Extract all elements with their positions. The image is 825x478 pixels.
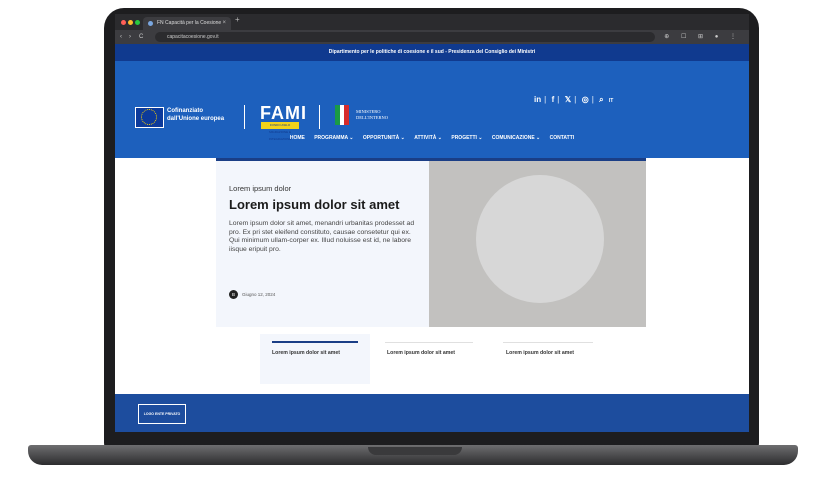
- menu-item-attivita[interactable]: ATTIVITÀ ⌄: [414, 135, 442, 141]
- language-selector[interactable]: IT: [609, 98, 613, 104]
- divider: [244, 105, 245, 129]
- browser-extension-icons[interactable]: ⊕ ☐ ⊞ ● ⋮: [664, 30, 741, 44]
- ministero-logo[interactable]: MINISTERO DELL'INTERNO: [356, 109, 388, 121]
- fami-logo[interactable]: FAMI: [260, 103, 307, 124]
- browser-tab-title: FN Capacità per la Coesione: [157, 20, 222, 26]
- tab-divider: [503, 342, 593, 343]
- address-bar[interactable]: capacitacoesione.gov.it: [155, 32, 655, 42]
- menu-item-contatti[interactable]: CONTATTI: [550, 135, 575, 141]
- main-menu: HOME PROGRAMMA ⌄ OPPORTUNITÀ ⌄ ATTIVITÀ …: [115, 135, 749, 141]
- maximize-window-button[interactable]: [135, 20, 140, 25]
- hero-kicker: Lorem ipsum dolor: [229, 184, 292, 193]
- laptop-notch: [368, 447, 462, 455]
- browser-tab[interactable]: FN Capacità per la Coesione ×: [143, 17, 231, 30]
- top-strip[interactable]: Dipartimento per le politiche di coesion…: [115, 44, 749, 61]
- avatar: B: [229, 290, 238, 299]
- hero-title[interactable]: Lorem ipsum dolor sit amet: [229, 197, 399, 212]
- menu-item-programma[interactable]: PROGRAMMA ⌄: [314, 135, 353, 141]
- laptop-screen: FN Capacità per la Coesione × + ‹ › C ca…: [115, 14, 749, 432]
- search-icon[interactable]: ⌕: [599, 95, 603, 104]
- instagram-icon[interactable]: ◎: [582, 95, 589, 104]
- tab-item-1[interactable]: Lorem ipsum dolor sit amet: [272, 350, 340, 356]
- divider: [319, 105, 320, 129]
- menu-item-progetti[interactable]: PROGETTI ⌄: [451, 135, 482, 141]
- url-text: capacitacoesione.gov.it: [167, 34, 219, 40]
- reload-button[interactable]: C: [139, 30, 143, 44]
- x-icon[interactable]: 𝕏: [565, 95, 571, 104]
- active-tab-indicator: [272, 341, 358, 343]
- favicon-icon: [148, 21, 153, 26]
- back-button[interactable]: ‹: [120, 30, 122, 44]
- menu-item-opportunita[interactable]: OPPORTUNITÀ ⌄: [363, 135, 405, 141]
- tab-item-3[interactable]: Lorem ipsum dolor sit amet: [506, 350, 574, 356]
- italy-flag-icon: [335, 105, 350, 125]
- image-placeholder-circle: [476, 175, 604, 303]
- cofunded-label: Cofinanziato dall'Unione europea: [167, 108, 225, 122]
- tab-divider: [385, 342, 473, 343]
- new-tab-button[interactable]: +: [235, 15, 240, 24]
- minimize-window-button[interactable]: [128, 20, 133, 25]
- footer-logo[interactable]: LOGO ENTE PRIVATO: [138, 404, 186, 424]
- menu-item-comunicazione[interactable]: COMUNICAZIONE ⌄: [492, 135, 540, 141]
- close-window-button[interactable]: [121, 20, 126, 25]
- facebook-icon[interactable]: f: [552, 95, 555, 104]
- linkedin-icon[interactable]: in: [534, 95, 541, 104]
- site-header: Cofinanziato dall'Unione europea FAMI FO…: [115, 61, 749, 158]
- fami-subtitle: FONDO ASILO MIGRAZIONE E INTEGRAZIONE: [261, 122, 299, 141]
- menu-item-home[interactable]: HOME: [290, 135, 305, 141]
- hero-date: Giugno 12, 2024: [242, 292, 276, 297]
- site-footer: [115, 394, 749, 432]
- social-links: in | f | 𝕏 | ◎ | ⌕ IT: [534, 95, 614, 104]
- close-tab-icon[interactable]: ×: [222, 17, 226, 30]
- eu-flag-icon: [135, 107, 164, 128]
- tab-item-2[interactable]: Lorem ipsum dolor sit amet: [387, 350, 455, 356]
- hero-body: Lorem ipsum dolor sit amet, menandri urb…: [229, 220, 415, 253]
- forward-button[interactable]: ›: [129, 30, 131, 44]
- browser-toolbar: ‹ › C capacitacoesione.gov.it ⊕ ☐ ⊞ ● ⋮: [115, 30, 749, 44]
- browser-tab-bar: FN Capacità per la Coesione × +: [115, 14, 749, 30]
